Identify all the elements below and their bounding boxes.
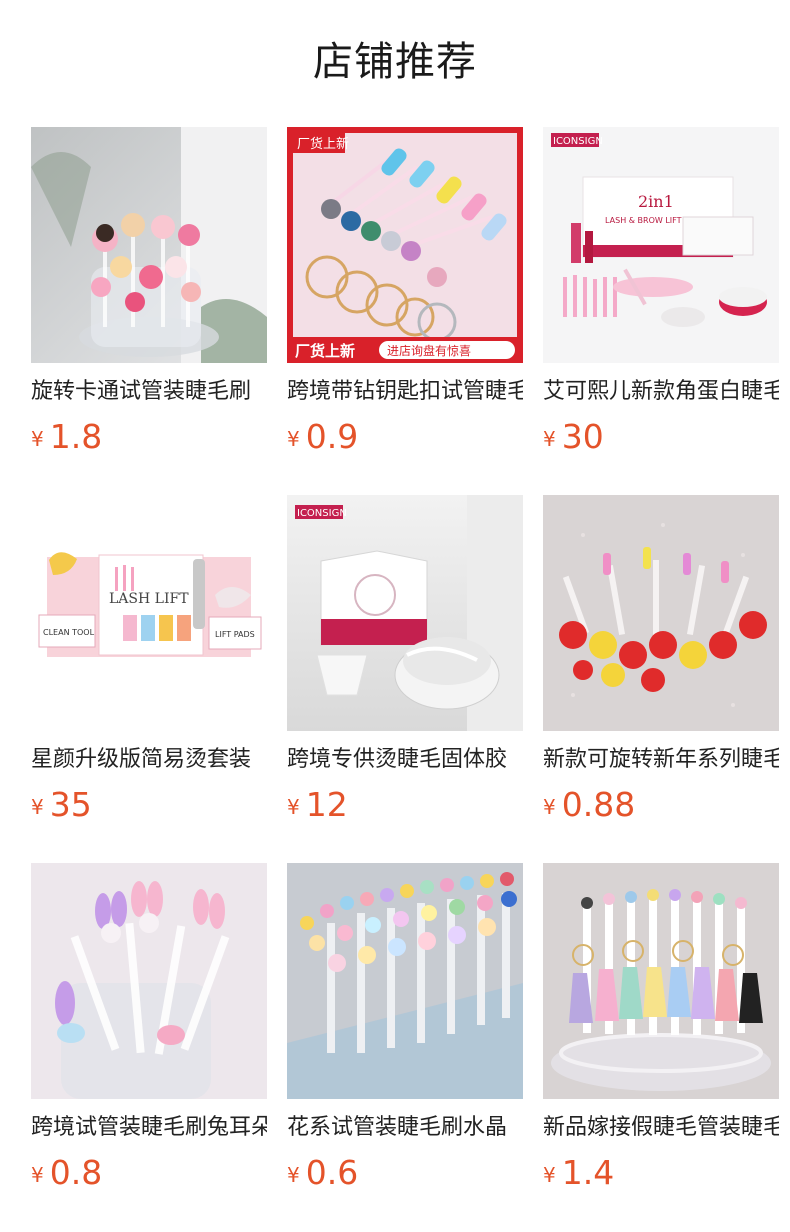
product-name[interactable]: 新品嫁接假睫毛管装睫毛刷 [543, 1113, 779, 1143]
product-price: ¥35 [31, 785, 92, 825]
banner-tag: 厂货上新 [295, 342, 355, 360]
shop-recommendations-page: 店铺推荐 旋转卡通试管装睫毛刷 ¥ 1.8 厂货上新 厂货上新 进店询盘有惊喜 … [0, 0, 790, 1232]
currency-symbol: ¥ [31, 1163, 44, 1187]
product-image[interactable]: 厂货上新 厂货上新 进店询盘有惊喜 [287, 127, 523, 363]
lash-lift-set-image: LASH LIFT CLEAN TOOL LIFT PADS [31, 495, 267, 731]
product-image[interactable] [543, 863, 779, 1099]
product-name[interactable]: 花系试管装睫毛刷水晶 [287, 1113, 523, 1143]
box-title: 2in1 [638, 192, 674, 211]
product-name[interactable]: 跨境专供烫睫毛固体胶 [287, 745, 523, 775]
lift-kit-image: ICONSIGN 2in1 LASH & BROW LIFT KIT [543, 127, 779, 363]
price-value: 0.88 [561, 785, 636, 824]
box-title: LASH LIFT [109, 591, 189, 607]
currency-symbol: ¥ [543, 1163, 556, 1187]
solid-glue-image: ICONSIGN [287, 495, 523, 731]
price-value: 1.4 [561, 1153, 615, 1192]
price-value: 0.8 [49, 1153, 103, 1192]
cartoon-spoolies-image [31, 127, 267, 363]
product-price: ¥12 [287, 785, 348, 825]
product-image[interactable] [543, 495, 779, 731]
currency-symbol: ¥ [31, 795, 44, 819]
card-right-label: LIFT PADS [215, 630, 255, 639]
product-name[interactable]: 新款可旋转新年系列睫毛刷 [543, 745, 779, 775]
product-name[interactable]: 星颜升级版简易烫套装 [31, 745, 267, 775]
price-value: 0.6 [305, 1153, 359, 1192]
product-price: ¥0.6 [287, 1153, 358, 1193]
keychain-spoolies-image: 厂货上新 厂货上新 进店询盘有惊喜 [287, 127, 523, 363]
price-value: 0.9 [305, 417, 359, 456]
price-value: 12 [305, 785, 348, 824]
tassel-spoolies-image [543, 863, 779, 1099]
product-price: ¥0.8 [31, 1153, 102, 1193]
flower-spoolies-image [287, 863, 523, 1099]
product-image[interactable] [31, 863, 267, 1099]
product-image[interactable] [31, 127, 267, 363]
currency-symbol: ¥ [543, 427, 556, 451]
currency-symbol: ¥ [31, 427, 44, 451]
section-title: 店铺推荐 [313, 39, 477, 85]
product-name[interactable]: 跨境试管装睫毛刷兔耳朵 [31, 1113, 267, 1143]
product-image[interactable]: ICONSIGN 2in1 LASH & BROW LIFT KIT [543, 127, 779, 363]
brand-logo: ICONSIGN [553, 136, 603, 147]
price-value: 30 [561, 417, 604, 456]
currency-symbol: ¥ [287, 1163, 300, 1187]
price-value: 1.8 [49, 417, 103, 456]
product-price: ¥0.88 [543, 785, 635, 825]
bunny-ear-spoolies-image [31, 863, 267, 1099]
product-price: ¥0.9 [287, 417, 358, 457]
product-name[interactable]: 跨境带钻钥匙扣试管睫毛刷 [287, 377, 523, 407]
new-year-spoolies-image [543, 495, 779, 731]
currency-symbol: ¥ [287, 427, 300, 451]
product-image[interactable]: ICONSIGN [287, 495, 523, 731]
factory-new-badge: 厂货上新 [297, 136, 349, 152]
product-name[interactable]: 艾可熙儿新款角蛋白睫毛 [543, 377, 779, 407]
product-price: ¥1.8 [31, 417, 102, 457]
currency-symbol: ¥ [543, 795, 556, 819]
product-name[interactable]: 旋转卡通试管装睫毛刷 [31, 377, 267, 407]
banner-text: 进店询盘有惊喜 [387, 343, 471, 358]
price-value: 35 [49, 785, 92, 824]
card-left-label: CLEAN TOOL [43, 628, 95, 637]
product-image[interactable]: LASH LIFT CLEAN TOOL LIFT PADS [31, 495, 267, 731]
product-image[interactable] [287, 863, 523, 1099]
product-price: ¥1.4 [543, 1153, 614, 1193]
brand-logo: ICONSIGN [297, 508, 347, 519]
product-price: ¥30 [543, 417, 604, 457]
currency-symbol: ¥ [287, 795, 300, 819]
